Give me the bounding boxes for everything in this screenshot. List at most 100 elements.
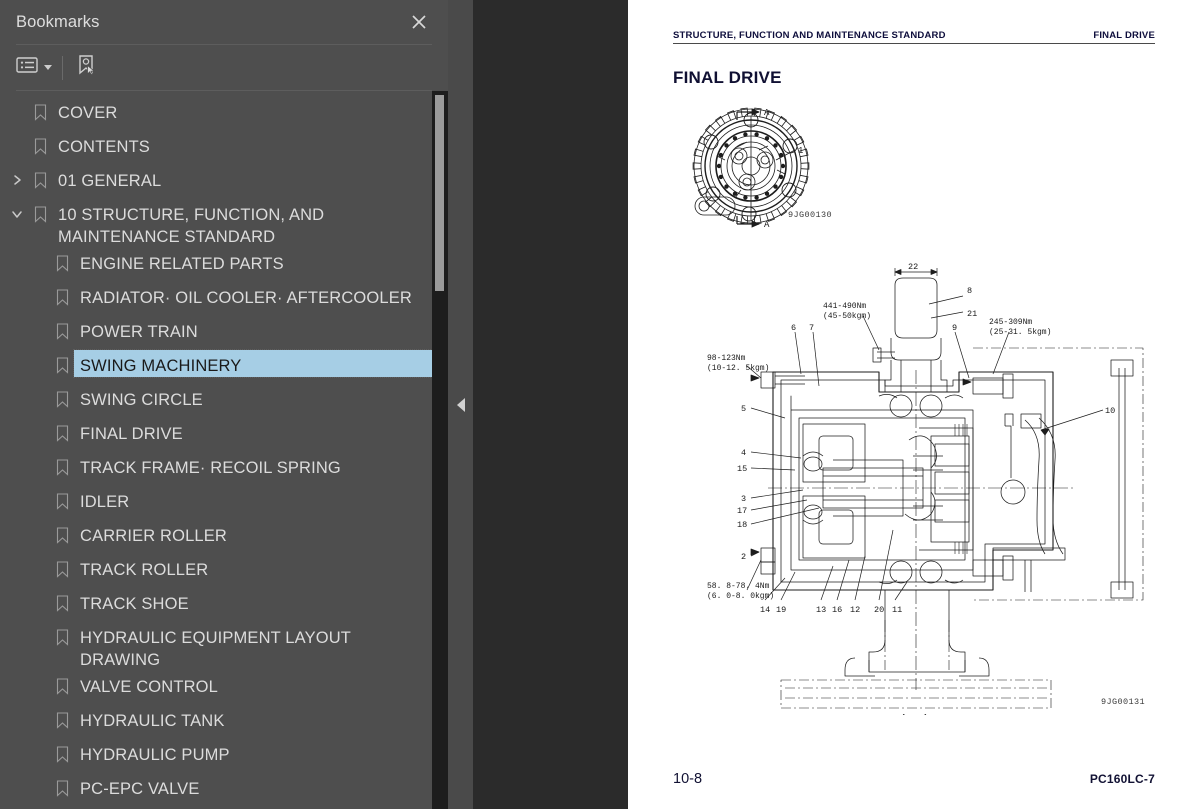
callout-8: 8 xyxy=(967,286,972,296)
figure-final-drive-section: 22 8 21 6 7 9 441-490Nm (45-50kgm) 245-3… xyxy=(673,260,1155,715)
bookmark-icon xyxy=(50,452,74,476)
callout-11: 11 xyxy=(892,605,902,615)
running-header-left: STRUCTURE, FUNCTION AND MAINTENANCE STAN… xyxy=(673,30,946,41)
bookmark-item-pc-epc-valve[interactable]: PC-EPC VALVE xyxy=(0,773,448,807)
bookmark-icon xyxy=(50,554,74,578)
bookmark-label: SWING CIRCLE xyxy=(80,391,203,409)
torque-441-490-line2: (45-50kgm) xyxy=(823,312,871,321)
bookmark-label: ENGINE RELATED PARTS xyxy=(80,255,284,273)
bookmark-icon xyxy=(50,384,74,408)
torque-245-309-line1: 245-309Nm xyxy=(989,318,1032,327)
twisty-placeholder xyxy=(28,486,50,495)
twisty-placeholder xyxy=(28,739,50,748)
bookmark-item-final-drive[interactable]: FINAL DRIVE xyxy=(0,418,448,452)
page-number: 10-8 xyxy=(673,771,703,787)
bookmark-label: TRACK SHOE xyxy=(80,595,189,613)
callout-14: 14 xyxy=(760,605,770,615)
bookmark-item-radiator-oil-cooler-aftercooler[interactable]: RADIATOR· OIL COOLER· AFTERCOOLER xyxy=(0,282,448,316)
bookmark-icon xyxy=(50,248,74,272)
chevron-right-icon[interactable] xyxy=(6,165,28,186)
bookmark-icon xyxy=(50,316,74,340)
triangle-left-icon xyxy=(456,397,465,412)
callout-13: 13 xyxy=(816,605,826,615)
bookmark-item-cover[interactable]: COVER xyxy=(0,97,448,131)
bookmark-item-engine-related-parts[interactable]: ENGINE RELATED PARTS xyxy=(0,248,448,282)
section-mark-a-bottom: A xyxy=(764,220,770,230)
bookmark-label: VALVE CONTROL xyxy=(80,678,218,696)
bookmark-label: 10 STRUCTURE, FUNCTION, AND MAINTENANCE … xyxy=(58,206,329,246)
bookmark-item-track-shoe[interactable]: TRACK SHOE xyxy=(0,588,448,622)
bookmarks-scrollbar-thumb[interactable] xyxy=(435,95,444,291)
chevron-down-icon xyxy=(44,65,52,70)
bookmark-label: HYDRAULIC TANK xyxy=(80,712,225,730)
toolbar-separator xyxy=(62,55,63,80)
bookmark-label: PC-EPC VALVE xyxy=(80,780,200,798)
bookmark-label: HYDRAULIC PUMP xyxy=(80,746,230,764)
bookmark-icon xyxy=(50,486,74,510)
document-footer: 10-8 PC160LC-7 xyxy=(673,771,1155,787)
bookmark-item-power-train[interactable]: POWER TRAIN xyxy=(0,316,448,350)
bookmark-item-hydraulic-tank[interactable]: HYDRAULIC TANK xyxy=(0,705,448,739)
bookmarks-toolbar xyxy=(0,45,448,90)
bookmark-icon xyxy=(50,588,74,612)
twisty-placeholder xyxy=(28,705,50,714)
bookmark-icon xyxy=(28,199,52,223)
callout-18: 18 xyxy=(737,520,747,530)
callout-6: 6 xyxy=(791,323,796,333)
bookmark-item-10-structure-function-and-maintenance-standard[interactable]: 10 STRUCTURE, FUNCTION, AND MAINTENANCE … xyxy=(0,199,448,248)
bookmark-label: COVER xyxy=(58,104,118,122)
bookmark-item-valve-control[interactable]: VALVE CONTROL xyxy=(0,671,448,705)
torque-441-490-line1: 441-490Nm xyxy=(823,302,866,311)
bookmark-label: SWING MACHINERY xyxy=(73,349,435,378)
bookmark-item-swing-circle[interactable]: SWING CIRCLE xyxy=(0,384,448,418)
bookmark-icon xyxy=(50,520,74,544)
bookmark-icon xyxy=(50,350,74,374)
bookmark-icon xyxy=(50,739,74,763)
callout-9: 9 xyxy=(952,323,957,333)
twisty-placeholder xyxy=(28,452,50,461)
callout-21: 21 xyxy=(967,309,977,319)
callout-2: 2 xyxy=(741,552,746,562)
bookmark-item-01-general[interactable]: 01 GENERAL xyxy=(0,165,448,199)
bookmark-label: RADIATOR· OIL COOLER· AFTERCOOLER xyxy=(80,289,412,307)
callout-4: 4 xyxy=(741,448,746,458)
bookmarks-panel: Bookmarks COVER CONTENTS 01 GENERAL 10 S… xyxy=(0,0,448,809)
pdf-page: STRUCTURE, FUNCTION AND MAINTENANCE STAN… xyxy=(628,0,1200,809)
bookmark-icon xyxy=(50,622,74,646)
bookmark-label: IDLER xyxy=(80,493,130,511)
twisty-placeholder xyxy=(28,316,50,325)
twisty-placeholder xyxy=(28,622,50,631)
document-running-header: STRUCTURE, FUNCTION AND MAINTENANCE STAN… xyxy=(673,30,1155,44)
bookmark-item-idler[interactable]: IDLER xyxy=(0,486,448,520)
callout-19: 19 xyxy=(776,605,786,615)
section-mark-a-top: A xyxy=(764,108,770,118)
bookmark-icon xyxy=(50,705,74,729)
bookmarks-scrollbar-track[interactable] xyxy=(432,91,448,809)
bookmark-item-track-roller[interactable]: TRACK ROLLER xyxy=(0,554,448,588)
close-panel-button[interactable] xyxy=(404,7,434,37)
bookmark-label: TRACK ROLLER xyxy=(80,561,209,579)
bookmark-item-carrier-roller[interactable]: CARRIER ROLLER xyxy=(0,520,448,554)
figure1-callout-1: 1 xyxy=(798,146,803,156)
bookmark-item-hydraulic-pump[interactable]: HYDRAULIC PUMP xyxy=(0,739,448,773)
panel-collapse-handle[interactable] xyxy=(448,0,473,809)
close-icon xyxy=(411,14,427,30)
twisty-placeholder xyxy=(28,773,50,782)
bookmarks-panel-title: Bookmarks xyxy=(16,12,100,31)
bookmark-label: HYDRAULIC EQUIPMENT LAYOUT DRAWING xyxy=(80,629,356,669)
bookmarks-tree-container: COVER CONTENTS 01 GENERAL 10 STRUCTURE, FUN… xyxy=(0,91,448,809)
twisty-placeholder xyxy=(28,282,50,291)
bookmark-label: TRACK FRAME· RECOIL SPRING xyxy=(80,459,341,477)
running-header-right: FINAL DRIVE xyxy=(1093,30,1155,41)
bookmark-list-options-button[interactable] xyxy=(16,53,52,83)
new-bookmark-button[interactable] xyxy=(75,53,97,83)
twisty-placeholder xyxy=(28,384,50,393)
bookmark-item-swing-machinery[interactable]: SWING MACHINERY xyxy=(0,349,448,384)
bookmark-item-hydraulic-equipment-layout-drawing[interactable]: HYDRAULIC EQUIPMENT LAYOUT DRAWING xyxy=(0,622,448,671)
section-label-aa: A – A xyxy=(901,713,929,715)
callout-20: 20 xyxy=(874,605,884,615)
bookmark-icon xyxy=(28,97,52,121)
bookmark-item-contents[interactable]: CONTENTS xyxy=(0,131,448,165)
bookmark-item-track-frame-recoil-spring[interactable]: TRACK FRAME· RECOIL SPRING xyxy=(0,452,448,486)
chevron-down-icon[interactable] xyxy=(6,199,28,220)
